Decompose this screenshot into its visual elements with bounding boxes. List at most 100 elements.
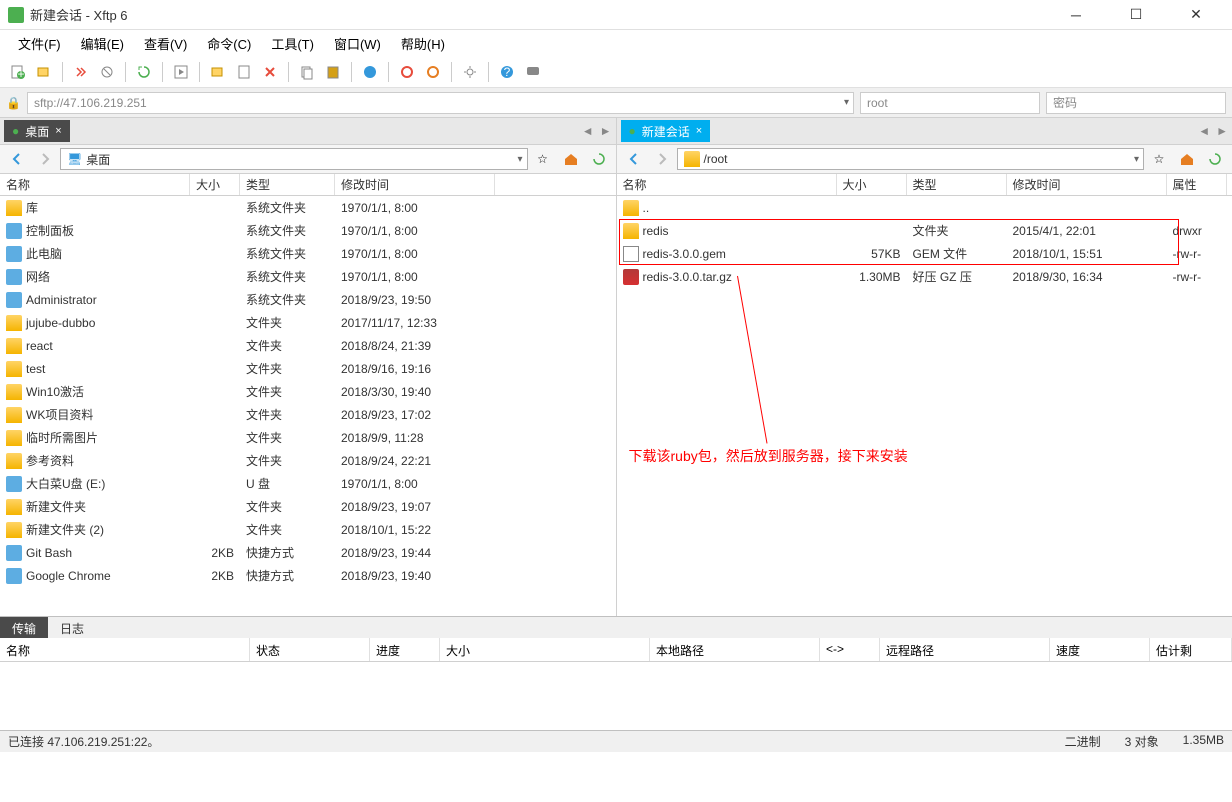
file-row[interactable]: WK项目资料文件夹2018/9/23, 17:02: [0, 403, 616, 426]
special-icon: [6, 476, 22, 492]
user-input[interactable]: root: [860, 92, 1040, 114]
folder-icon: [6, 200, 22, 216]
star-icon[interactable]: ☆: [1146, 147, 1172, 171]
open-icon[interactable]: [32, 60, 56, 84]
remote-file-list[interactable]: ..redis文件夹2015/4/1, 22:01drwxrredis-3.0.…: [617, 196, 1232, 616]
file-row[interactable]: react文件夹2018/8/24, 21:39: [0, 334, 616, 357]
file-row[interactable]: test文件夹2018/9/16, 19:16: [0, 357, 616, 380]
chat-icon[interactable]: [521, 60, 545, 84]
swirl2-icon[interactable]: [421, 60, 445, 84]
menu-window[interactable]: 窗口(W): [326, 32, 389, 55]
home-icon[interactable]: [558, 147, 584, 171]
menu-help[interactable]: 帮助(H): [393, 32, 453, 55]
close-icon[interactable]: ×: [696, 125, 702, 137]
archive-icon: [623, 269, 639, 285]
svg-text:?: ?: [504, 65, 511, 79]
delete-icon[interactable]: [258, 60, 282, 84]
back-button[interactable]: [4, 147, 30, 171]
folder-icon: [6, 338, 22, 354]
forward-button[interactable]: [649, 147, 675, 171]
star-icon[interactable]: ☆: [530, 147, 556, 171]
menu-tools[interactable]: 工具(T): [263, 32, 322, 55]
password-input[interactable]: 密码: [1046, 92, 1226, 114]
host-input[interactable]: sftp://47.106.219.251: [27, 92, 854, 114]
tab-transfer[interactable]: 传输: [0, 617, 48, 638]
back-button[interactable]: [621, 147, 647, 171]
new-folder-icon[interactable]: [206, 60, 230, 84]
file-row[interactable]: 网络系统文件夹1970/1/1, 8:00: [0, 265, 616, 288]
maximize-button[interactable]: ☐: [1116, 5, 1156, 25]
new-session-icon[interactable]: +: [6, 60, 30, 84]
folder-icon: [6, 384, 22, 400]
col-size[interactable]: 大小: [837, 174, 907, 195]
file-row[interactable]: 此电脑系统文件夹1970/1/1, 8:00: [0, 242, 616, 265]
col-mtime[interactable]: 修改时间: [335, 174, 495, 195]
gear-icon[interactable]: [458, 60, 482, 84]
refresh-icon[interactable]: [132, 60, 156, 84]
file-row[interactable]: 控制面板系统文件夹1970/1/1, 8:00: [0, 219, 616, 242]
file-row[interactable]: jujube-dubbo文件夹2017/11/17, 12:33: [0, 311, 616, 334]
col-size[interactable]: 大小: [190, 174, 240, 195]
transfer-columns: 名称 状态 进度 大小 本地路径 <-> 远程路径 速度 估计剩: [0, 638, 1232, 662]
remote-path-input[interactable]: /root: [677, 148, 1145, 170]
disconnect-icon[interactable]: [95, 60, 119, 84]
special-icon: [6, 269, 22, 285]
col-type[interactable]: 类型: [907, 174, 1007, 195]
properties-icon[interactable]: [232, 60, 256, 84]
folder-icon: [623, 223, 639, 239]
file-row[interactable]: 库系统文件夹1970/1/1, 8:00: [0, 196, 616, 219]
file-row[interactable]: 新建文件夹文件夹2018/9/23, 19:07: [0, 495, 616, 518]
remote-tab[interactable]: ● 新建会话 ×: [621, 120, 711, 142]
file-row[interactable]: 参考资料文件夹2018/9/24, 22:21: [0, 449, 616, 472]
svg-text:+: +: [17, 67, 24, 80]
file-row[interactable]: 新建文件夹 (2)文件夹2018/10/1, 15:22: [0, 518, 616, 541]
minimize-button[interactable]: ─: [1056, 5, 1096, 25]
file-row[interactable]: ..: [617, 196, 1232, 219]
menu-file[interactable]: 文件(F): [10, 32, 69, 55]
col-type[interactable]: 类型: [240, 174, 335, 195]
folder-icon: [6, 453, 22, 469]
file-row[interactable]: redis-3.0.0.tar.gz1.30MB好压 GZ 压2018/9/30…: [617, 265, 1232, 288]
file-row[interactable]: 大白菜U盘 (E:)U 盘1970/1/1, 8:00: [0, 472, 616, 495]
folder-icon: [6, 315, 22, 331]
reconnect-icon[interactable]: [69, 60, 93, 84]
bottom-tabs: 传输 日志: [0, 616, 1232, 638]
file-row[interactable]: Win10激活文件夹2018/3/30, 19:40: [0, 380, 616, 403]
file-row[interactable]: Administrator系统文件夹2018/9/23, 19:50: [0, 288, 616, 311]
remote-columns: 名称 大小 类型 修改时间 属性: [617, 174, 1232, 196]
file-row[interactable]: redis文件夹2015/4/1, 22:01drwxr: [617, 219, 1232, 242]
file-row[interactable]: Google Chrome2KB快捷方式2018/9/23, 19:40: [0, 564, 616, 587]
forward-button[interactable]: [32, 147, 58, 171]
home-icon[interactable]: [1174, 147, 1200, 171]
swirl1-icon[interactable]: [395, 60, 419, 84]
globe-icon[interactable]: [358, 60, 382, 84]
menu-edit[interactable]: 编辑(E): [73, 32, 132, 55]
remote-tab-label: 新建会话: [642, 123, 690, 140]
menu-view[interactable]: 查看(V): [136, 32, 195, 55]
col-name[interactable]: 名称: [0, 174, 190, 195]
folder-icon: [6, 430, 22, 446]
close-icon[interactable]: ×: [55, 125, 61, 137]
file-row[interactable]: Git Bash2KB快捷方式2018/9/23, 19:44: [0, 541, 616, 564]
file-row[interactable]: redis-3.0.0.gem57KBGEM 文件2018/10/1, 15:5…: [617, 242, 1232, 265]
file-row[interactable]: 临时所需图片文件夹2018/9/9, 11:28: [0, 426, 616, 449]
local-tab[interactable]: ● 桌面 ×: [4, 120, 70, 142]
folder-icon: [6, 522, 22, 538]
status-objects: 3 对象: [1125, 733, 1159, 750]
play-icon[interactable]: [169, 60, 193, 84]
local-path-input[interactable]: 🖥 桌面: [60, 148, 528, 170]
paste-icon[interactable]: [321, 60, 345, 84]
local-file-list[interactable]: 库系统文件夹1970/1/1, 8:00控制面板系统文件夹1970/1/1, 8…: [0, 196, 616, 616]
special-icon: [6, 246, 22, 262]
help-icon[interactable]: ?: [495, 60, 519, 84]
refresh-icon[interactable]: [586, 147, 612, 171]
local-columns: 名称 大小 类型 修改时间: [0, 174, 616, 196]
col-attr[interactable]: 属性: [1167, 174, 1227, 195]
close-button[interactable]: ✕: [1176, 5, 1216, 25]
col-mtime[interactable]: 修改时间: [1007, 174, 1167, 195]
copy-icon[interactable]: [295, 60, 319, 84]
tab-log[interactable]: 日志: [48, 617, 96, 638]
menu-command[interactable]: 命令(C): [199, 32, 259, 55]
col-name[interactable]: 名称: [617, 174, 837, 195]
refresh-icon[interactable]: [1202, 147, 1228, 171]
